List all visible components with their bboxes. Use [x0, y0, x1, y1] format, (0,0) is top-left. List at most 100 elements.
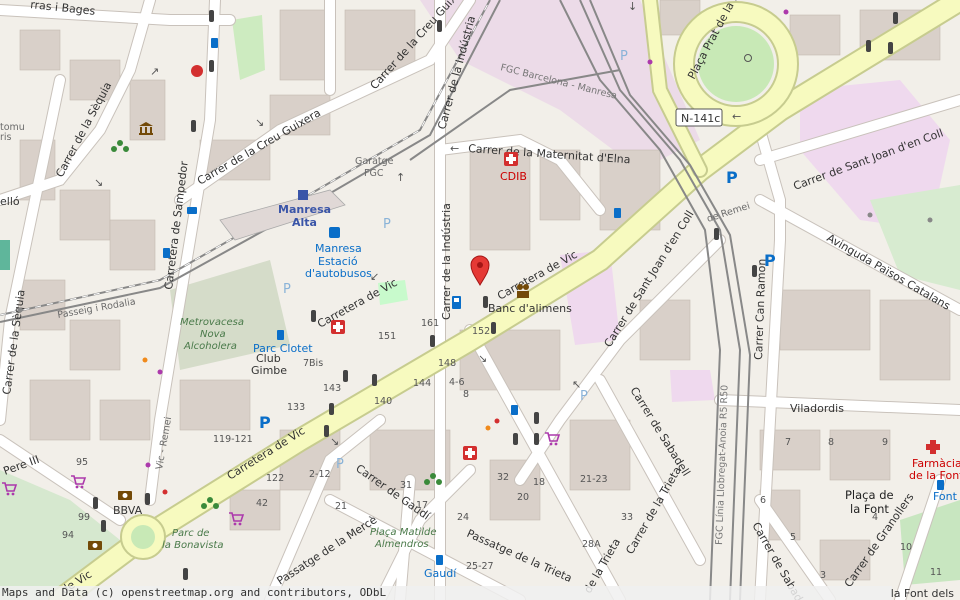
house-number: 99	[78, 512, 90, 523]
bus-stop-icon	[277, 330, 284, 340]
label-estacio-3: d'autobusos	[305, 267, 372, 280]
parking-icon: P	[336, 457, 344, 472]
poi-dot-icon	[494, 418, 500, 424]
road-shield-label: N-141c	[681, 112, 720, 125]
bus-stop-icon	[211, 38, 218, 48]
label-farmacia-2: de la Font	[909, 469, 960, 482]
oneway-arrow-icon: ↘	[94, 176, 103, 189]
bank-icon	[118, 491, 132, 500]
house-number: 20	[517, 492, 529, 503]
traffic-signal-icon	[145, 493, 150, 505]
bus-stop-icon	[614, 208, 621, 218]
traffic-signal-icon	[372, 374, 377, 386]
label-metrovacesa-3: Alcoholera	[183, 341, 237, 352]
oneway-arrow-icon: ↘	[478, 352, 487, 365]
oneway-arrow-icon: ↓	[628, 0, 637, 13]
house-number: 148	[438, 358, 456, 369]
label-viladordis: Viladordis	[790, 402, 844, 415]
traffic-signal-icon	[430, 335, 435, 347]
traffic-signal-icon	[191, 120, 196, 132]
traffic-signal-icon	[209, 10, 214, 22]
label-manresa-alta-1: Manresa	[278, 203, 331, 216]
label-placa-matilde-2: Almendros	[374, 539, 429, 550]
house-number: 119-121	[213, 434, 253, 445]
traffic-signal-icon	[183, 568, 188, 580]
oneway-arrow-icon: ↘	[255, 116, 264, 129]
house-number: 133	[287, 402, 305, 413]
label-fgc: FGC	[364, 168, 384, 179]
house-number: 10	[900, 542, 912, 553]
traffic-signal-icon	[93, 497, 98, 509]
label-gaudi-stop: Gaudí	[424, 567, 457, 580]
attribution[interactable]: Maps and Data (c) openstreetmap.org and …	[0, 586, 892, 600]
bus-stop-icon	[937, 480, 944, 490]
house-number: 143	[323, 383, 341, 394]
house-number: 4-6	[449, 377, 465, 388]
house-number: 7	[785, 437, 791, 448]
atm-icon	[88, 541, 102, 550]
house-number: 140	[374, 396, 392, 407]
parking-icon: P	[764, 251, 776, 270]
traffic-signal-icon	[534, 412, 539, 424]
house-number: 122	[266, 473, 284, 484]
traffic-signal-icon	[209, 60, 214, 72]
health-centre-icon	[191, 65, 203, 77]
house-number: 95	[76, 457, 88, 468]
label-metrovacesa-2: Nova	[200, 329, 226, 340]
oneway-arrow-icon: ←	[450, 142, 459, 155]
label-font-stop: Font	[933, 490, 958, 503]
bus-stop-icon	[163, 248, 170, 258]
label-cdib: CDIB	[500, 170, 527, 183]
traffic-signal-icon	[893, 12, 898, 24]
label-placa-font-1: Plaça de	[845, 488, 894, 502]
house-number: 31	[400, 480, 412, 491]
traffic-signal-icon	[329, 403, 334, 415]
traffic-signal-icon	[714, 228, 719, 240]
house-number: 161	[421, 318, 439, 329]
font-deis-label: la Font dels	[890, 587, 954, 600]
hospital-icon	[504, 152, 518, 166]
house-number: 17	[416, 500, 428, 511]
poi-dot-icon	[783, 9, 789, 15]
map-view[interactable]: Carretera de Vic Carretera de Vic Carret…	[0, 0, 960, 600]
poi-dot-icon	[162, 489, 168, 495]
house-number: 4	[872, 512, 878, 523]
traffic-signal-icon	[343, 370, 348, 382]
label-industria: Carrer de la Indústria	[440, 203, 453, 320]
parking-icon: P	[726, 168, 738, 187]
traffic-signal-icon	[534, 433, 539, 445]
house-number: 28A	[582, 539, 601, 550]
oneway-arrow-icon: ↙	[370, 270, 379, 283]
label-cello: elló	[0, 195, 20, 208]
traffic-signal-icon	[866, 40, 871, 52]
oneway-arrow-icon: ↗	[150, 65, 159, 78]
traffic-signal-icon	[311, 310, 316, 322]
traffic-signal-icon	[324, 425, 329, 437]
house-number: 21	[335, 501, 347, 512]
label-banc-alimens: Banc d'alimens	[488, 302, 572, 315]
poi-dot-icon	[647, 59, 653, 65]
parking-icon: P	[383, 217, 391, 232]
fuel-icon	[452, 296, 461, 309]
house-number: 3	[820, 570, 826, 581]
parking-icon: P	[620, 49, 628, 64]
label-metrovacesa-1: Metrovacesa	[180, 317, 244, 328]
house-number: 7Bis	[303, 358, 323, 369]
house-number: 5	[790, 532, 796, 543]
house-number: 2-12	[309, 469, 331, 480]
parking-icon: P	[283, 282, 291, 297]
poi-dot-icon	[145, 462, 151, 468]
label-parc-bonavista-1: Parc de	[172, 528, 209, 539]
house-number: 42	[256, 498, 268, 509]
oneway-arrow-icon: ↘	[330, 435, 339, 448]
parking-icon: P	[259, 413, 271, 432]
poi-dot-icon	[485, 425, 491, 431]
hospital-icon	[463, 446, 477, 460]
oneway-arrow-icon: ↑	[396, 171, 405, 184]
oneway-arrow-icon: ←	[732, 110, 741, 123]
poi-dot-icon	[927, 217, 933, 223]
poi-dot-icon	[142, 357, 148, 363]
parking-icon: P	[580, 389, 588, 404]
label-club-gimbe-2: Gimbe	[251, 364, 287, 377]
label-parc-bonavista-2: la Bonavista	[162, 540, 223, 551]
